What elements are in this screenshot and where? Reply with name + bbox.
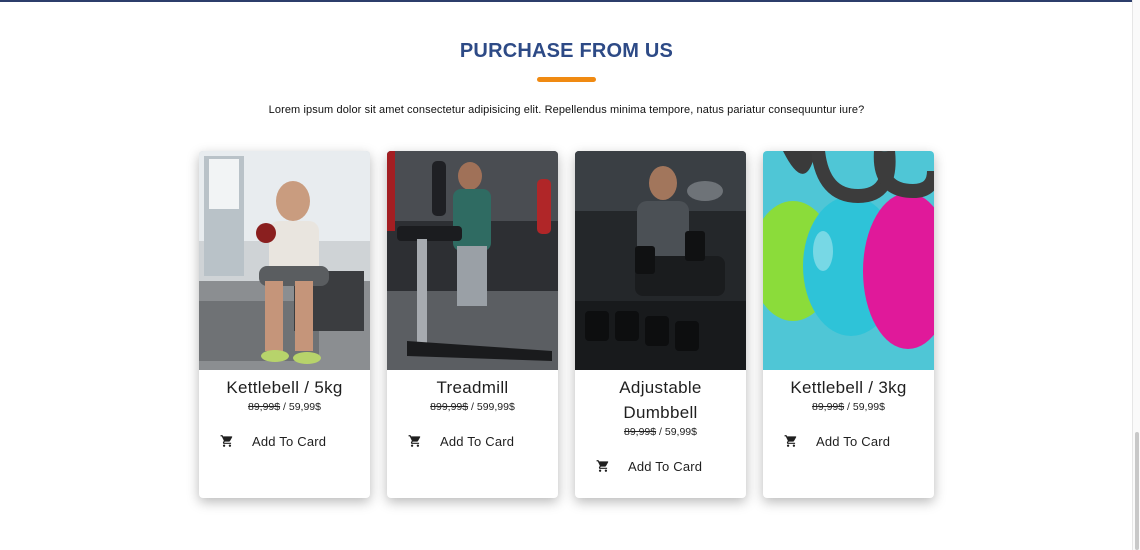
add-to-cart-button[interactable]: Add To Card <box>575 456 746 476</box>
price-separator: / <box>280 401 289 413</box>
product-card-kettlebell-5kg: Kettlebell / 5kg 89,99$ / 59,99$ Add To … <box>199 151 370 498</box>
product-card-adjustable-dumbbell: Adjustable Dumbbell 89,99$ / 59,99$ Add … <box>575 151 746 498</box>
product-price: 89,99$ / 59,99$ <box>199 400 370 415</box>
add-to-cart-button[interactable]: Add To Card <box>387 431 558 451</box>
section-title: PURCHASE FROM US <box>459 40 674 62</box>
shopping-cart-icon <box>784 435 797 447</box>
product-name: Kettlebell / 3kg <box>790 378 907 397</box>
section-subtitle: Lorem ipsum dolor sit amet consectetur a… <box>268 104 865 116</box>
sale-price: 59,99$ <box>288 401 321 413</box>
product-image <box>763 151 934 370</box>
shopping-cart-icon <box>220 435 233 447</box>
top-border <box>0 0 1135 2</box>
product-image <box>199 151 370 370</box>
product-name: Adjustable Dumbbell <box>619 378 702 422</box>
price-separator: / <box>468 401 477 413</box>
product-name: Kettlebell / 5kg <box>226 378 343 397</box>
product-price: 899,99$ / 599,99$ <box>387 400 558 415</box>
old-price: 899,99$ <box>430 401 469 413</box>
add-to-cart-label: Add To Card <box>816 433 891 449</box>
old-price: 89,99$ <box>247 401 281 413</box>
sale-price: 599,99$ <box>476 401 515 413</box>
product-card-treadmill: Treadmill 899,99$ / 599,99$ Add To Card <box>387 151 558 498</box>
product-image <box>387 151 558 370</box>
shopping-cart-icon <box>408 435 421 447</box>
shopping-cart-icon <box>596 460 609 472</box>
add-to-cart-label: Add To Card <box>440 433 515 449</box>
sale-price: 59,99$ <box>664 426 697 438</box>
product-price: 89,99$ / 59,99$ <box>575 425 746 440</box>
title-underline <box>537 77 596 82</box>
old-price: 89,99$ <box>623 426 657 438</box>
add-to-cart-label: Add To Card <box>252 433 327 449</box>
price-separator: / <box>844 401 853 413</box>
add-to-cart-button[interactable]: Add To Card <box>763 431 934 451</box>
product-image <box>575 151 746 370</box>
scrollbar-thumb[interactable] <box>1135 432 1139 550</box>
add-to-cart-button[interactable]: Add To Card <box>199 431 370 451</box>
product-name: Treadmill <box>436 378 509 397</box>
add-to-cart-label: Add To Card <box>628 458 703 474</box>
old-price: 89,99$ <box>811 401 845 413</box>
product-card-kettlebell-3kg: Kettlebell / 3kg 89,99$ / 59,99$ Add To … <box>763 151 934 498</box>
sale-price: 59,99$ <box>852 401 885 413</box>
product-price: 89,99$ / 59,99$ <box>763 400 934 415</box>
price-separator: / <box>656 426 665 438</box>
